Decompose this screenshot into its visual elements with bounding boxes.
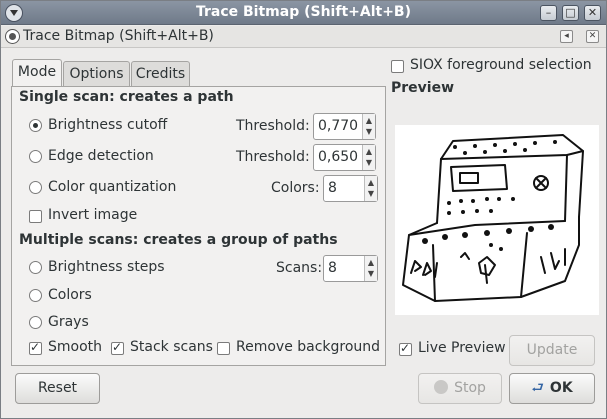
ok-label: OK [549,380,573,396]
stack-scans-checkbox[interactable] [111,340,124,355]
spin-down-icon[interactable]: ▼ [365,126,373,137]
maximize-icon[interactable]: □ [562,5,579,21]
spin-down-icon[interactable]: ▼ [365,157,373,168]
siox-checkbox[interactable] [391,60,404,73]
brightness-threshold-value[interactable]: 0,770 [318,118,358,134]
edge-detection-label[interactable]: Edge detection [48,148,154,164]
stop-label: Stop [454,380,486,396]
edge-threshold-spinner[interactable]: 0,650 ▲ ▼ [313,144,376,171]
minimize-icon[interactable]: – [540,5,557,21]
invert-image-label[interactable]: Invert image [48,207,137,223]
colors-radio[interactable] [29,289,42,302]
stop-icon [434,380,449,394]
reset-button[interactable]: Reset [15,373,100,404]
close-icon[interactable]: ✕ [584,5,601,21]
brightness-cutoff-radio[interactable] [29,119,42,132]
live-preview-label[interactable]: Live Preview [418,340,506,356]
live-preview-checkbox[interactable] [399,341,412,356]
grays-radio[interactable] [29,316,42,329]
spin-up-icon[interactable]: ▲ [367,257,375,268]
stack-scans-label[interactable]: Stack scans [130,339,213,355]
edge-threshold-label: Threshold: [236,149,310,165]
colors-label: Colors: [271,180,320,196]
siox-label[interactable]: SIOX foreground selection [410,57,592,73]
tab-mode[interactable]: Mode [12,59,62,87]
brightness-threshold-spinner[interactable]: 0,770 ▲ ▼ [313,113,376,140]
brightness-steps-radio[interactable] [29,261,42,274]
smooth-checkbox[interactable] [29,340,42,355]
grays-label[interactable]: Grays [48,314,89,330]
tab-options[interactable]: Options [63,61,130,86]
color-quantization-radio[interactable] [29,181,42,194]
colors-mode-label[interactable]: Colors [48,287,92,303]
edge-detection-radio[interactable] [29,150,42,163]
dock-iconify-icon[interactable]: ◂ [560,30,573,43]
dock-close-icon[interactable]: ✕ [586,30,599,43]
color-quantization-label[interactable]: Color quantization [48,179,176,195]
spin-up-icon[interactable]: ▲ [365,115,373,126]
preview-heading: Preview [391,80,455,96]
colors-spinner[interactable]: 8 ▲ ▼ [323,175,378,202]
update-button[interactable]: Update [509,335,595,366]
colors-value[interactable]: 8 [328,180,337,196]
remove-background-label[interactable]: Remove background [236,339,380,355]
spin-down-icon[interactable]: ▼ [367,188,375,199]
ok-arrow-icon: ⮐ [531,380,544,396]
spin-up-icon[interactable]: ▲ [367,177,375,188]
brightness-cutoff-label[interactable]: Brightness cutoff [48,117,167,133]
trace-preview-image [395,125,599,315]
scans-spinner[interactable]: 8 ▲ ▼ [323,255,378,282]
traced-device-drawing [402,134,584,302]
single-scan-heading: Single scan: creates a path [19,89,234,105]
scans-label: Scans: [276,260,323,276]
edge-threshold-value[interactable]: 0,650 [318,149,358,165]
smooth-label[interactable]: Smooth [48,339,102,355]
multiple-scans-heading: Multiple scans: creates a group of paths [19,232,338,248]
dock-title: Trace Bitmap (Shift+Alt+B) [23,28,214,44]
spin-up-icon[interactable]: ▲ [365,146,373,157]
remove-background-checkbox[interactable] [217,342,230,355]
tab-credits[interactable]: Credits [131,61,190,86]
trace-bitmap-window: Trace Bitmap (Shift+Alt+B) – □ ✕ Trace B… [0,0,607,419]
window-title: Trace Bitmap (Shift+Alt+B) [195,4,411,20]
brightness-steps-label[interactable]: Brightness steps [48,259,165,275]
title-bar[interactable]: Trace Bitmap (Shift+Alt+B) – □ ✕ [1,1,606,25]
invert-image-checkbox[interactable] [29,210,42,223]
scans-value[interactable]: 8 [328,260,337,276]
spin-down-icon[interactable]: ▼ [367,268,375,279]
dock-bar: Trace Bitmap (Shift+Alt+B) ◂ ✕ [1,26,606,48]
ok-button[interactable]: ⮐ OK [509,373,595,404]
stop-button[interactable]: Stop [418,373,502,404]
trace-bitmap-icon [5,29,20,44]
brightness-threshold-label: Threshold: [236,118,310,134]
